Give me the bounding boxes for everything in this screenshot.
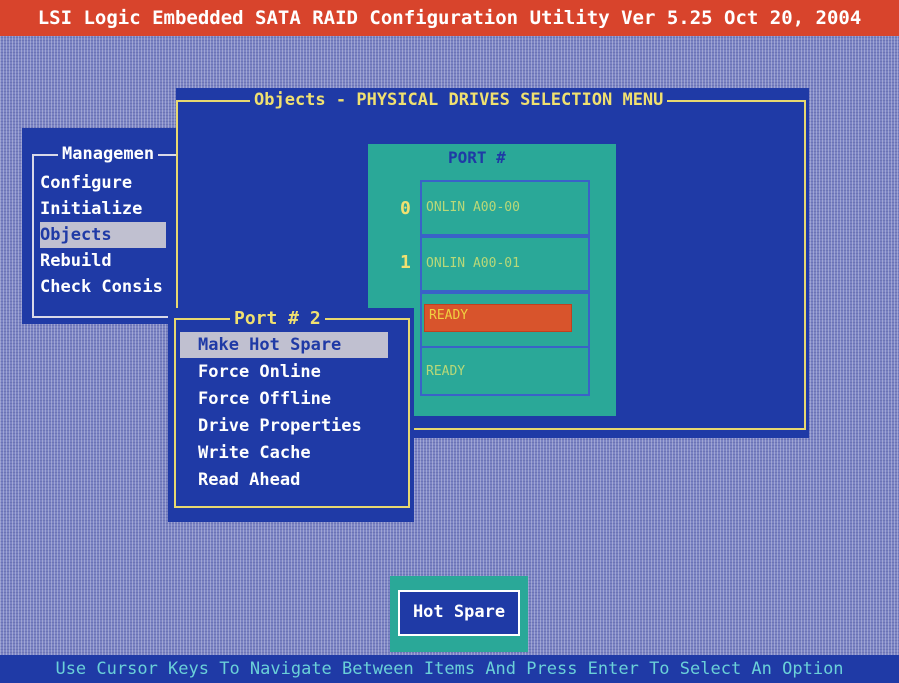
management-menu-title: Managemen bbox=[58, 144, 159, 164]
drive-port-1[interactable]: ONLIN A00-01 bbox=[420, 236, 590, 292]
popup-item-force-offline[interactable]: Force Offline bbox=[198, 386, 331, 412]
port-number-0: 0 bbox=[400, 198, 411, 219]
port-action-popup: Port # 2 Make Hot Spare Force Online For… bbox=[168, 308, 414, 522]
menu-item-rebuild[interactable]: Rebuild bbox=[40, 248, 112, 274]
popup-item-force-online[interactable]: Force Online bbox=[198, 359, 321, 385]
popup-item-write-cache[interactable]: Write Cache bbox=[198, 440, 311, 466]
popup-item-drive-properties[interactable]: Drive Properties bbox=[198, 413, 362, 439]
physical-drives-title: Objects - PHYSICAL DRIVES SELECTION MENU bbox=[250, 90, 668, 110]
drive-port-3[interactable]: READY bbox=[420, 346, 590, 396]
window-title: LSI Logic Embedded SATA RAID Configurati… bbox=[37, 7, 862, 29]
drive-port-2-selection[interactable]: READY bbox=[424, 304, 572, 332]
status-bar: Use Cursor Keys To Navigate Between Item… bbox=[0, 655, 899, 683]
menu-item-configure[interactable]: Configure bbox=[40, 170, 132, 196]
drive-port-2[interactable]: READY bbox=[420, 292, 590, 348]
hot-spare-button[interactable]: Hot Spare bbox=[398, 590, 520, 636]
drive-port-0[interactable]: ONLIN A00-00 bbox=[420, 180, 590, 236]
menu-item-initialize[interactable]: Initialize bbox=[40, 196, 142, 222]
popup-item-read-ahead[interactable]: Read Ahead bbox=[198, 467, 300, 493]
port-action-popup-title: Port # 2 bbox=[230, 308, 325, 329]
menu-item-objects[interactable]: Objects bbox=[40, 222, 166, 248]
management-menu: Managemen Configure Initialize Objects R… bbox=[22, 128, 184, 324]
status-text: Use Cursor Keys To Navigate Between Item… bbox=[55, 659, 844, 679]
title-bar: LSI Logic Embedded SATA RAID Configurati… bbox=[0, 0, 899, 36]
port-list-header: PORT # bbox=[448, 148, 506, 167]
menu-item-check-consistency[interactable]: Check Consis bbox=[40, 274, 163, 300]
popup-item-make-hot-spare[interactable]: Make Hot Spare bbox=[180, 332, 388, 358]
port-number-1: 1 bbox=[400, 252, 411, 273]
